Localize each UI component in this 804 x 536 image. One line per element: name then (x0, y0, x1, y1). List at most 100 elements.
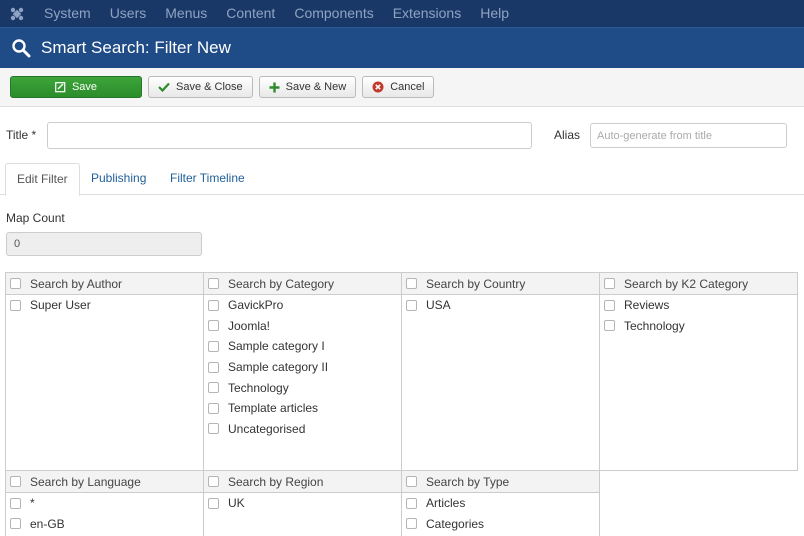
joomla-logo-icon[interactable] (0, 0, 34, 27)
item-label: Sample category II (228, 360, 329, 375)
checkbox[interactable] (10, 299, 21, 311)
filter-language-select-all[interactable] (10, 476, 21, 487)
filter-header: Search by Category (204, 273, 401, 295)
menu-components[interactable]: Components (294, 0, 373, 27)
item-label: Sample category I (228, 339, 325, 354)
filter-country-select-all[interactable] (406, 278, 417, 289)
save-button[interactable]: Save (10, 76, 142, 98)
item-label: Technology (624, 318, 685, 333)
plus-icon (269, 82, 280, 93)
checkbox[interactable] (208, 497, 219, 509)
filter-category-select-all[interactable] (208, 278, 219, 289)
alias-label: Alias (554, 128, 581, 142)
menu-system[interactable]: System (44, 0, 91, 27)
item-label: Reviews (624, 298, 670, 313)
checkbox[interactable] (208, 320, 219, 332)
checkbox[interactable] (208, 299, 219, 311)
list-item: Technology (204, 377, 401, 398)
filter-title: Search by Category (228, 276, 335, 291)
item-label: GavickPro (228, 298, 284, 313)
item-label: Articles (426, 496, 466, 511)
filter-region-select-all[interactable] (208, 476, 219, 487)
item-label: en-GB (30, 516, 65, 531)
checkbox[interactable] (208, 423, 219, 435)
save-close-button[interactable]: Save & Close (148, 76, 253, 98)
filter-type-select-all[interactable] (406, 476, 417, 487)
tab-edit-filter[interactable]: Edit Filter (5, 163, 80, 196)
checkbox[interactable] (406, 497, 417, 509)
checkbox[interactable] (10, 497, 21, 509)
save-new-button[interactable]: Save & New (258, 76, 357, 98)
list-item: Super User (6, 295, 203, 316)
filter-k2-category-box: Search by K2 Category Reviews Technology (599, 272, 798, 471)
checkbox[interactable] (208, 361, 219, 373)
checkbox[interactable] (10, 518, 21, 530)
list-item: USA (402, 295, 599, 316)
list-item: Technology (600, 316, 797, 337)
edit-icon (55, 81, 66, 93)
filter-header: Search by Author (6, 273, 203, 295)
checkbox[interactable] (406, 299, 417, 311)
save-label: Save (71, 81, 98, 93)
map-count-label: Map Count (6, 211, 65, 225)
item-label: UK (228, 496, 245, 511)
tab-publishing[interactable]: Publishing (80, 163, 157, 195)
alias-input[interactable]: Auto-generate from title (590, 123, 787, 148)
list-item: Categories (402, 514, 599, 535)
menu-menus[interactable]: Menus (165, 0, 207, 27)
item-label: * (30, 496, 35, 511)
checkbox[interactable] (208, 382, 219, 394)
filter-type-box: Search by Type Articles Categories (401, 470, 600, 536)
checkbox[interactable] (604, 299, 615, 311)
page-title: Smart Search: Filter New (41, 38, 231, 57)
filter-header: Search by Language (6, 471, 203, 493)
cancel-label: Cancel (390, 81, 425, 93)
item-label: Super User (30, 298, 91, 313)
list-item: Articles (402, 493, 599, 514)
list-item: Uncategorised (204, 419, 401, 440)
item-label: USA (426, 298, 451, 313)
filter-k2-select-all[interactable] (604, 278, 615, 289)
filter-author-select-all[interactable] (10, 278, 21, 289)
map-count-field: 0 (6, 232, 202, 256)
filter-category-box: Search by Category GavickPro Joomla! Sam… (203, 272, 402, 471)
top-nav: System Users Menus Content Components Ex… (0, 0, 804, 27)
checkbox[interactable] (406, 518, 417, 530)
item-label: Categories (426, 516, 485, 531)
list-item: en-GB (6, 514, 203, 535)
title-input[interactable] (47, 122, 532, 149)
list-item: * (6, 493, 203, 514)
search-icon (9, 36, 33, 60)
page-header: Smart Search: Filter New (0, 27, 804, 68)
item-label: Joomla! (228, 318, 271, 333)
toolbar: Save Save & Close Save & New Cancel (0, 68, 804, 107)
filter-header: Search by Region (204, 471, 401, 493)
list-item: UK (204, 493, 401, 514)
filter-language-box: Search by Language * en-GB (5, 470, 204, 536)
filter-title: Search by Author (30, 276, 123, 291)
list-item: Sample category I (204, 336, 401, 357)
cancel-button[interactable]: Cancel (362, 76, 435, 98)
filter-region-box: Search by Region UK (203, 470, 402, 536)
checkbox[interactable] (604, 320, 615, 332)
filter-header: Search by K2 Category (600, 273, 797, 295)
filter-title: Search by Language (30, 474, 141, 489)
list-item: GavickPro (204, 295, 401, 316)
tab-bar: Edit Filter Publishing Filter Timeline (0, 163, 804, 196)
filter-title: Search by Country (426, 276, 526, 291)
list-item: Reviews (600, 295, 797, 316)
menu-help[interactable]: Help (480, 0, 509, 27)
menu-extensions[interactable]: Extensions (393, 0, 461, 27)
tab-filter-timeline[interactable]: Filter Timeline (159, 163, 256, 195)
filter-header: Search by Type (402, 471, 599, 493)
menu-content[interactable]: Content (226, 0, 275, 27)
filter-title: Search by K2 Category (624, 276, 749, 291)
checkbox[interactable] (208, 402, 219, 414)
filter-country-box: Search by Country USA (401, 272, 600, 471)
checkbox[interactable] (208, 340, 219, 352)
filter-header: Search by Country (402, 273, 599, 295)
item-label: Technology (228, 380, 289, 395)
menu-users[interactable]: Users (110, 0, 147, 27)
save-close-label: Save & Close (176, 81, 243, 93)
title-label: Title * (6, 128, 37, 142)
